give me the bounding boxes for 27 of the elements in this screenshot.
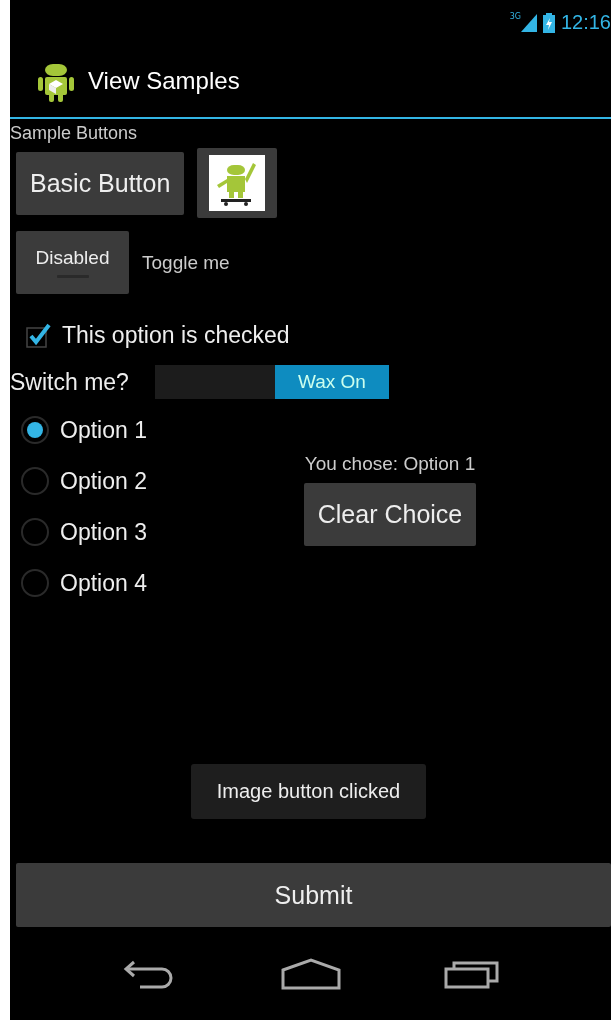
battery-icon — [542, 12, 555, 33]
submit-button[interactable]: Submit — [16, 863, 611, 927]
toggle-caption: Toggle me — [142, 251, 230, 274]
network-type: 3G — [509, 12, 521, 21]
app-title: View Samples — [88, 67, 240, 95]
checkbox[interactable] — [26, 322, 52, 349]
clear-choice-button[interactable]: Clear Choice — [303, 483, 477, 546]
choice-text: You chose: Option 1 — [304, 453, 476, 475]
image-button[interactable] — [197, 148, 278, 218]
radio-button[interactable] — [20, 568, 50, 598]
radio-label: Option 2 — [60, 467, 147, 495]
basic-button[interactable]: Basic Button — [16, 151, 185, 215]
radio-button[interactable] — [20, 415, 50, 445]
skateboard-robot-icon — [209, 155, 266, 211]
toggle-button[interactable]: Disabled — [16, 231, 129, 294]
radio-label: Option 3 — [60, 518, 147, 546]
radio-button[interactable] — [20, 517, 50, 547]
checkbox-label: This option is checked — [62, 322, 290, 349]
radio-label: Option 4 — [60, 569, 147, 597]
switch-label: Switch me? — [10, 368, 129, 396]
clock: 12:16 — [560, 11, 611, 34]
section-label: Sample Buttons — [10, 122, 139, 144]
signal-icon — [520, 13, 537, 32]
home-icon[interactable] — [280, 957, 341, 990]
radio-button[interactable] — [20, 466, 50, 496]
radio-label: Option 1 — [60, 416, 147, 444]
toast-message: Image button clicked — [190, 764, 427, 819]
